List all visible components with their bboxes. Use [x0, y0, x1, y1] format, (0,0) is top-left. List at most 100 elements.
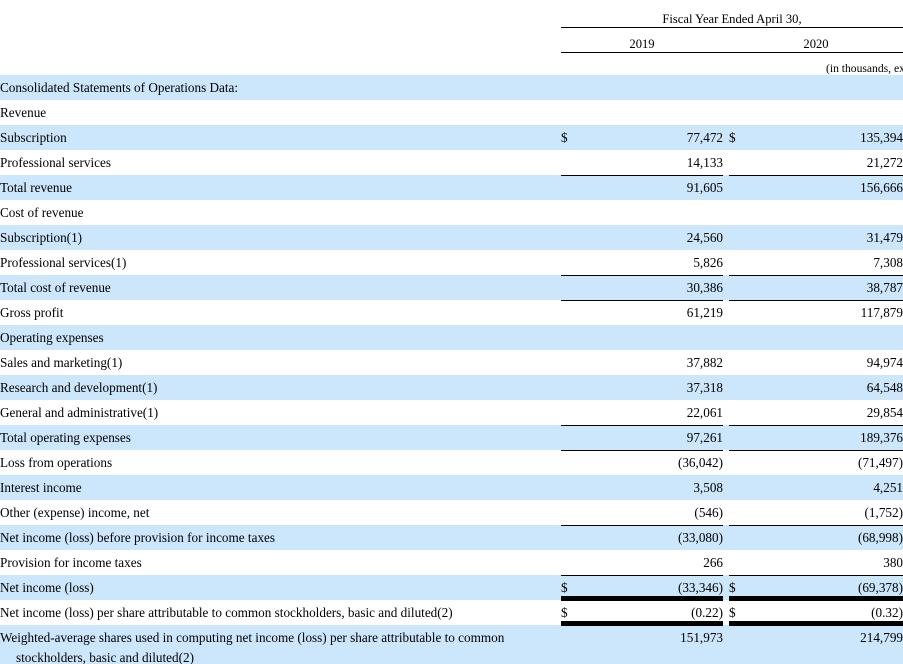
currency-symbol-2020: [729, 375, 751, 400]
currency-symbol-2020: [729, 175, 751, 200]
value-2019: [583, 100, 723, 125]
row-label: Subscription: [0, 125, 561, 150]
value-2020: 156,666: [751, 175, 903, 200]
value-2019: (33,080): [583, 525, 723, 550]
value-2020: [751, 325, 903, 350]
value-2019: (33,346): [583, 575, 723, 600]
currency-symbol-2019: [561, 175, 583, 200]
table-row: Provision for income taxes 266 380: [0, 550, 903, 575]
value-2019: 97,261: [583, 425, 723, 450]
table-row: Cost of revenue: [0, 200, 903, 225]
value-2020: 38,787: [751, 275, 903, 300]
units-note: (in thousands, excep: [826, 62, 903, 75]
currency-symbol-2019: [561, 625, 583, 664]
value-2020: (69,378): [751, 575, 903, 600]
table-row: Operating expenses: [0, 325, 903, 350]
value-2019: [583, 325, 723, 350]
currency-symbol-2019: [561, 75, 583, 100]
currency-symbol-2020: [729, 500, 751, 525]
currency-symbol-2019: [561, 100, 583, 125]
row-label: Revenue: [0, 105, 47, 120]
operations-data-table: Fiscal Year Ended April 30, 2019 2020 (i…: [0, 0, 903, 664]
table-row: Interest income 3,508 4,251: [0, 475, 903, 500]
row-label: Net income (loss) per share attributable…: [0, 605, 453, 620]
row-label: Provision for income taxes: [0, 555, 142, 570]
currency-symbol-2019: $: [561, 125, 583, 150]
row-label: Research and development(1): [0, 375, 561, 400]
row-label: Subscription(1): [0, 225, 561, 250]
currency-symbol-2020: [729, 450, 751, 475]
table-row: Weighted-average shares used in computin…: [0, 625, 903, 664]
currency-symbol-2019: [561, 525, 583, 550]
currency-symbol-2020: [729, 75, 751, 100]
currency-symbol-2019: [561, 225, 583, 250]
value-2019: 14,133: [686, 155, 723, 170]
currency-symbol-2019: [561, 375, 583, 400]
currency-symbol-2020: [729, 325, 751, 350]
period-title-row: Fiscal Year Ended April 30,: [0, 12, 903, 27]
table-row: Net income (loss) $ (33,346) $ (69,378): [0, 575, 903, 600]
table-row: Total operating expenses 97,261 189,376: [0, 425, 903, 450]
currency-symbol-2020: [729, 475, 751, 500]
row-label: Operating expenses: [0, 325, 561, 350]
currency-symbol-2019: [561, 400, 583, 425]
row-label: General and administrative(1): [0, 405, 159, 420]
header-spacer-cell: [0, 0, 903, 12]
currency-symbol-2019: [561, 250, 583, 275]
row-label: Professional services: [0, 155, 111, 170]
financial-statement-sheet: Fiscal Year Ended April 30, 2019 2020 (i…: [0, 0, 903, 664]
row-label: Net income (loss) before provision for i…: [0, 525, 561, 550]
table-row: Net income (loss) per share attributable…: [0, 600, 903, 625]
table-row: Consolidated Statements of Operations Da…: [0, 75, 903, 100]
row-label: Professional services(1): [0, 255, 127, 270]
value-2020: 94,974: [866, 355, 903, 370]
value-2020: [751, 100, 903, 125]
value-2020: 4,251: [751, 475, 903, 500]
value-2020: [751, 200, 903, 225]
value-2020: 189,376: [751, 425, 903, 450]
row-label: Loss from operations: [0, 455, 113, 470]
value-2020: 21,272: [866, 155, 903, 170]
header-spacer-row: [0, 0, 903, 12]
value-2019: 61,219: [583, 300, 723, 325]
units-note-cell: (in thousands, excep: [561, 53, 903, 75]
currency-symbol-2019: [561, 200, 583, 225]
currency-symbol-2020: [729, 625, 751, 664]
value-2020: 64,548: [751, 375, 903, 400]
currency-symbol-2020: $: [729, 600, 751, 625]
row-label: Sales and marketing(1): [0, 355, 123, 370]
currency-symbol-2019: [561, 350, 583, 375]
currency-symbol-2020: [729, 200, 751, 225]
value-2019: [583, 75, 723, 100]
table-row: Other (expense) income, net (546) (1,752): [0, 500, 903, 525]
value-2020: (1,752): [864, 505, 903, 520]
value-2020: 380: [883, 555, 903, 570]
value-2019: 37,882: [686, 355, 723, 370]
value-2019: 91,605: [583, 175, 723, 200]
row-label: Weighted-average shares used in computin…: [0, 625, 561, 664]
currency-symbol-2019: [561, 475, 583, 500]
currency-symbol-2020: [729, 225, 751, 250]
row-label: Total cost of revenue: [0, 275, 561, 300]
value-2019: 5,826: [693, 255, 723, 270]
value-2019: 77,472: [583, 125, 723, 150]
table-row: Gross profit 61,219 117,879: [0, 300, 903, 325]
value-2019: (0.22): [583, 600, 723, 625]
table-row: Sales and marketing(1) 37,882 94,974: [0, 350, 903, 375]
table-row: Research and development(1) 37,318 64,548: [0, 375, 903, 400]
currency-symbol-2020: [729, 250, 751, 275]
row-label: Total revenue: [0, 175, 561, 200]
value-2019: (546): [694, 505, 723, 520]
row-label: Net income (loss): [0, 575, 561, 600]
value-2020: 214,799: [751, 625, 903, 664]
currency-symbol-2020: [729, 525, 751, 550]
value-2019: [583, 200, 723, 225]
table-row: Subscription(1) 24,560 31,479: [0, 225, 903, 250]
table-row: Total cost of revenue 30,386 38,787: [0, 275, 903, 300]
currency-symbol-2020: [729, 275, 751, 300]
row-label: Total operating expenses: [0, 425, 561, 450]
currency-symbol-2019: [561, 325, 583, 350]
table-body: Consolidated Statements of Operations Da…: [0, 75, 903, 664]
value-2020: (68,998): [751, 525, 903, 550]
table-row: Subscription $77,472 $135,394: [0, 125, 903, 150]
